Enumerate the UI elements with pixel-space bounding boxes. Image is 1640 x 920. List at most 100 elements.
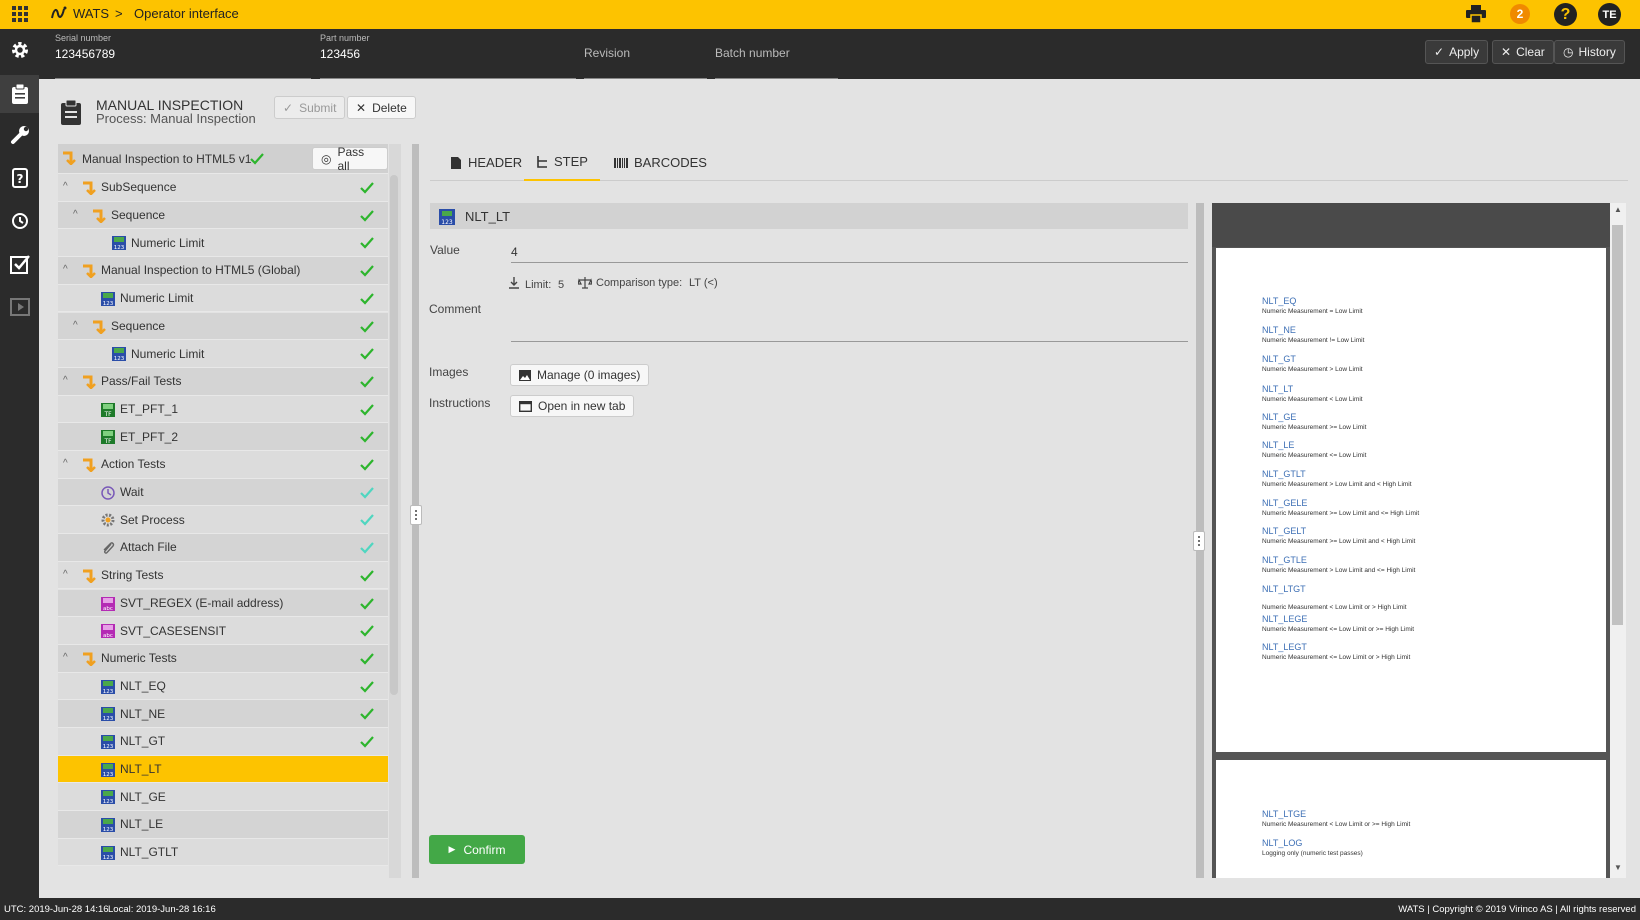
sidebar-item-help[interactable]: ? — [0, 159, 39, 197]
tree-row-label: Action Tests — [101, 457, 166, 472]
tree-row[interactable]: ^ String Tests — [58, 561, 388, 590]
sequence-icon — [82, 652, 96, 667]
pass-all-button[interactable]: ◎ Pass all — [312, 145, 388, 173]
comment-input[interactable] — [511, 341, 1188, 342]
value-input[interactable]: 4 — [511, 245, 518, 259]
tree-row[interactable]: abc SVT_REGEX (E-mail address) — [58, 589, 388, 618]
chevron-up-icon[interactable]: ^ — [63, 264, 73, 275]
chevron-up-icon[interactable]: ^ — [63, 181, 73, 192]
tree-row[interactable]: Attach File — [58, 534, 388, 562]
preview-step-description: Logging only (numeric test passes) — [1262, 850, 1363, 857]
tree-row[interactable]: 123 NLT_GE — [58, 783, 388, 812]
part-number-value[interactable]: 123456 — [320, 47, 360, 61]
batch-number-field[interactable]: Batch number — [715, 29, 838, 79]
clear-button[interactable]: ✕ Clear — [1492, 40, 1554, 64]
sidebar-item-checklist[interactable] — [0, 245, 39, 283]
tab-step[interactable]: STEP — [524, 144, 600, 181]
preview-toolbar — [1212, 203, 1610, 247]
submit-button[interactable]: ✓ Submit — [274, 96, 346, 119]
tree-row-label: ET_PFT_1 — [120, 401, 179, 416]
manage-images-button[interactable]: Manage (0 images) — [510, 364, 650, 386]
sidebar-item-history[interactable] — [0, 202, 39, 240]
barcode-icon — [614, 157, 628, 168]
svg-text:?: ? — [16, 172, 23, 186]
tab-barcodes[interactable]: BARCODES — [610, 144, 711, 181]
breadcrumb-separator: > — [115, 6, 123, 21]
tree-row[interactable]: ^ Action Tests — [58, 451, 388, 479]
confirm-button[interactable]: ▶ Confirm — [429, 835, 525, 864]
splitter-right-handle[interactable] — [1193, 531, 1205, 551]
tree-scrollbar-thumb[interactable] — [390, 175, 398, 695]
tree-row[interactable]: ^ Numeric Tests — [58, 644, 388, 673]
serial-number-value[interactable]: 123456789 — [55, 47, 115, 61]
tree-row[interactable]: 123 NLT_GTLT — [58, 838, 388, 867]
tree-row[interactable]: 123 NLT_LT — [58, 755, 388, 784]
wats-logo-icon[interactable] — [48, 3, 70, 25]
preview-scrollbar-thumb[interactable] — [1612, 225, 1623, 625]
sequence-icon — [82, 458, 96, 473]
tree-row[interactable]: ^ Manual Inspection to HTML5 (Global) — [58, 257, 388, 285]
tree-row[interactable]: Set Process — [58, 506, 388, 535]
help-icon[interactable]: ? — [1554, 3, 1577, 26]
chevron-up-icon[interactable]: ^ — [63, 375, 73, 386]
part-number-field[interactable]: Part number 123456 — [320, 29, 576, 79]
tree-row[interactable]: 123 Numeric Limit — [58, 340, 388, 368]
play-icon — [9, 298, 30, 316]
chevron-up-icon[interactable]: ^ — [63, 569, 73, 580]
chevron-up-icon[interactable]: ^ — [73, 209, 83, 220]
chevron-up-icon[interactable]: ^ — [63, 652, 73, 663]
chevron-up-icon[interactable]: ^ — [73, 320, 83, 331]
sidebar-item-operator[interactable] — [0, 75, 39, 113]
revision-field[interactable]: Revision — [584, 29, 707, 79]
tree-row[interactable]: ^ Sequence — [58, 201, 388, 230]
notification-badge[interactable]: 2 — [1510, 4, 1530, 24]
tab-barcodes-label: BARCODES — [634, 155, 707, 170]
app-name[interactable]: WATS — [73, 6, 109, 21]
avatar[interactable]: TE — [1598, 3, 1621, 26]
utc-time: UTC: 2019-Jun-28 14:16 — [4, 904, 109, 915]
apps-grid-icon[interactable] — [9, 3, 31, 25]
sequence-icon — [82, 569, 96, 584]
numeric-limit-icon: 123 — [101, 762, 115, 778]
chevron-up-icon[interactable]: ^ — [63, 458, 73, 469]
tree-row[interactable]: 123 NLT_LE — [58, 811, 388, 839]
tree-row[interactable]: 123 Numeric Limit — [58, 229, 388, 258]
tree-row[interactable]: abc SVT_CASESENSIT — [58, 617, 388, 645]
tree-row[interactable]: TF ET_PFT_2 — [58, 423, 388, 451]
serial-number-field[interactable]: Serial number 123456789 — [55, 29, 311, 79]
tree-row[interactable]: 123 NLT_NE — [58, 700, 388, 728]
tree-row[interactable]: ^ Pass/Fail Tests — [58, 367, 388, 396]
history-button[interactable]: ◷ History — [1554, 40, 1625, 64]
images-label: Images — [429, 365, 469, 379]
tab-header[interactable]: HEADER — [446, 144, 526, 181]
splitter-left-handle[interactable] — [410, 505, 422, 525]
sidebar-item-play[interactable] — [0, 288, 39, 326]
tree-row[interactable]: 123 NLT_GT — [58, 728, 388, 756]
tree-row-label: Numeric Tests — [101, 651, 177, 666]
apply-button[interactable]: ✓ Apply — [1425, 40, 1489, 64]
svg-text:TF: TF — [103, 411, 112, 417]
open-new-tab-button[interactable]: Open in new tab — [510, 395, 635, 417]
tree-row[interactable]: 123 Numeric Limit — [58, 284, 388, 313]
scroll-down-icon[interactable]: ▼ — [1614, 863, 1622, 872]
scroll-up-icon[interactable]: ▲ — [1614, 205, 1622, 214]
sidebar-item-tools[interactable] — [0, 116, 39, 154]
delete-button[interactable]: ✕ Delete — [347, 96, 416, 119]
tree-row[interactable]: ^ SubSequence — [58, 174, 388, 202]
tree-row[interactable]: ^ Sequence — [58, 312, 388, 341]
sidebar-item-settings[interactable] — [0, 31, 39, 69]
tree-row[interactable]: Wait — [58, 478, 388, 507]
tree-row-label: NLT_NE — [120, 706, 166, 721]
check-icon — [359, 540, 375, 556]
check-icon: ✓ — [1434, 45, 1445, 59]
revision-placeholder: Revision — [584, 46, 631, 60]
sequence-icon — [82, 264, 96, 279]
tree-row[interactable]: TF ET_PFT_1 — [58, 395, 388, 424]
confirm-label: Confirm — [463, 842, 506, 857]
printer-icon[interactable] — [1465, 3, 1487, 25]
check-icon — [359, 319, 375, 335]
preview-step-title: NLT_LOG — [1262, 838, 1303, 848]
unit-field-bar: Serial number 123456789 Part number 1234… — [39, 29, 1640, 79]
tree-root-row[interactable]: Manual Inspection to HTML5 v1 ◎ Pass all — [58, 144, 388, 174]
tree-row[interactable]: 123 NLT_EQ — [58, 672, 388, 701]
